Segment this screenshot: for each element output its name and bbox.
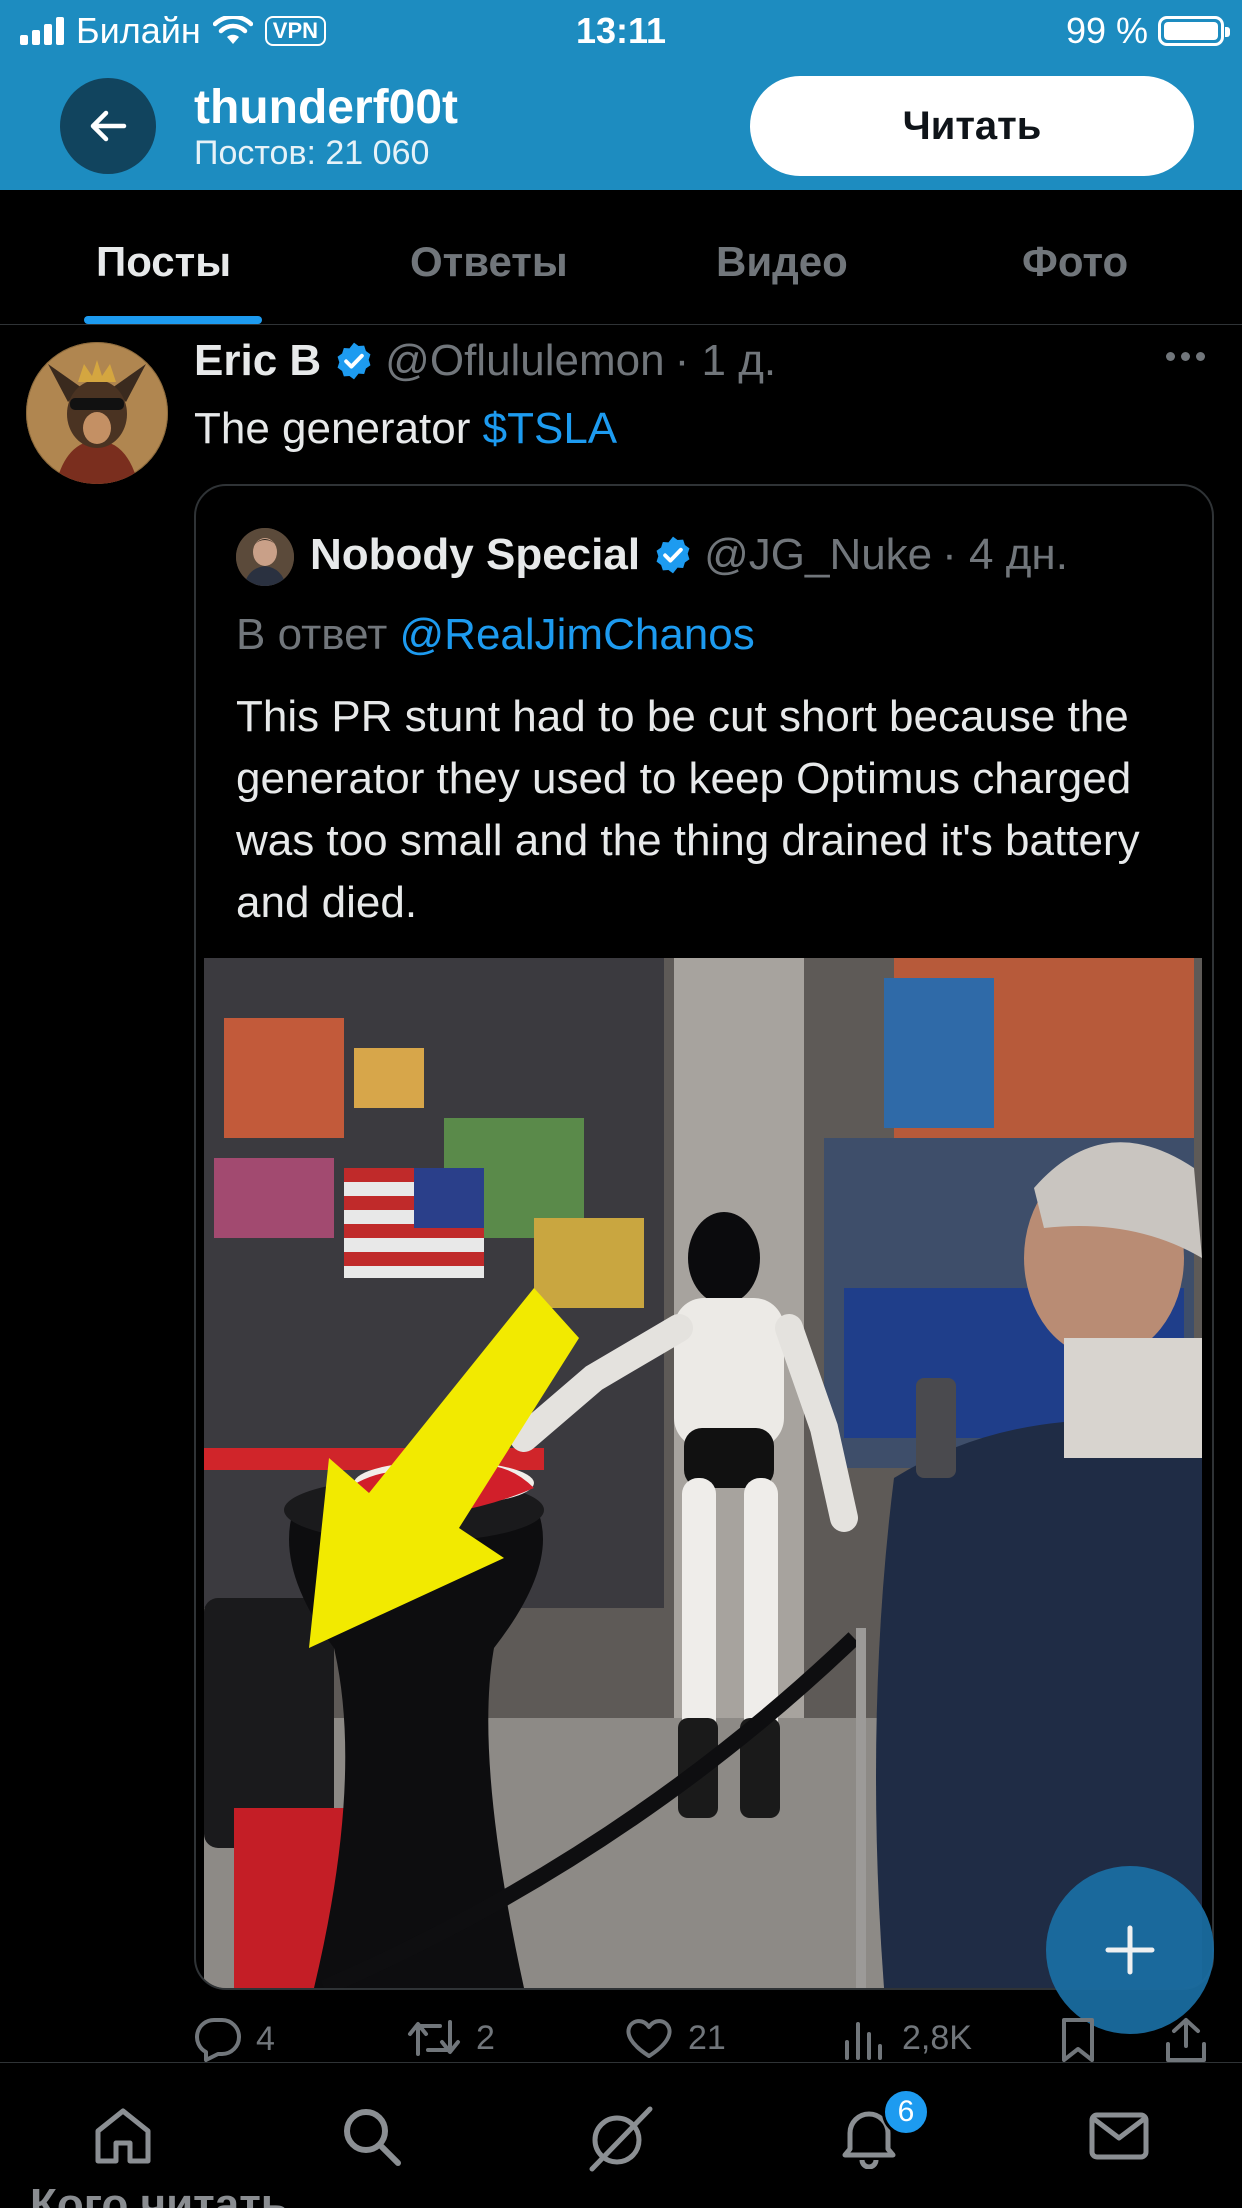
back-button[interactable] [60,78,156,174]
retweet-action[interactable]: 2 [406,2016,495,2060]
retweet-count: 2 [476,2018,495,2057]
notification-badge: 6 [882,2088,930,2136]
quoted-tweet-time: · 4 дн. [942,530,1068,579]
status-time: 13:11 [575,10,667,51]
tweet-text: The generator $TSLA [194,404,617,454]
tweet-text-prefix: The generator [194,404,483,453]
bookmark-action[interactable] [1058,2016,1098,2064]
tweet-time: · 1 д. [674,336,777,385]
nav-search[interactable] [338,2103,404,2174]
author-name[interactable]: Eric B [194,336,321,386]
bookmark-icon [1062,2018,1094,2062]
reply-icon [195,2018,241,2062]
nav-grok[interactable] [584,2103,654,2178]
mail-icon [1089,2112,1149,2160]
views-action[interactable]: 2,8K [842,2016,972,2060]
tweet-actions: 4 2 21 2,8K [0,2010,1242,2070]
quoted-author-handle: @JG_Nuke [704,530,933,579]
quoted-author-name: Nobody Special [310,530,641,579]
verified-badge-icon [333,340,375,382]
more-options-icon[interactable] [1166,352,1205,361]
follow-button[interactable]: Читать [750,76,1194,176]
grok-icon [589,2106,653,2172]
quoted-author-row: Nobody Special @JG_Nuke · 4 дн. [310,530,1068,580]
profile-tabs: Посты Ответы Видео Фото [0,190,1242,325]
who-to-follow-peek: Кого читать [30,2180,288,2208]
author-handle[interactable]: @Oflululemon [385,336,664,386]
heart-icon [626,2019,672,2058]
nav-messages[interactable] [1086,2103,1152,2174]
quoted-author-avatar [236,528,294,586]
battery-group: 99 % [1065,10,1230,52]
tab-replies[interactable]: Ответы [410,238,568,286]
post-count: Постов: 21 060 [194,134,430,172]
arrow-left-icon [90,110,127,142]
share-action[interactable] [1164,2016,1208,2064]
tab-photo[interactable]: Фото [1022,238,1128,286]
views-count: 2,8K [902,2018,972,2057]
like-action[interactable]: 21 [624,2016,726,2060]
retweet-icon [408,2020,460,2056]
quoted-tweet-image[interactable] [204,958,1202,1988]
share-icon [1166,2018,1206,2062]
battery-percent: 99 % [1065,10,1148,51]
plus-icon [1105,1925,1155,1975]
status-bar: Билайн VPN 13:11 99 % [0,0,1242,62]
reply-action[interactable]: 4 [194,2016,275,2062]
tab-video[interactable]: Видео [716,238,848,286]
reply-prefix: В ответ [236,610,400,659]
quoted-tweet-text: This PR stunt had to be cut short becaus… [236,692,1140,927]
compose-button[interactable] [1046,1866,1214,2034]
profile-title: thunderf00t [194,81,458,134]
cashtag-link[interactable]: $TSLA [483,404,618,453]
search-icon [344,2109,401,2166]
tweet-author-row: Eric B @Oflululemon · 1 д. [194,336,776,386]
top-bar: Билайн VPN 13:11 99 % thunderf00t Постов… [0,0,1242,190]
tab-posts[interactable]: Посты [96,238,231,286]
reply-mention-link[interactable]: @RealJimChanos [400,610,755,659]
quoted-tweet[interactable]: Nobody Special @JG_Nuke · 4 дн. В ответ … [194,484,1214,1990]
active-tab-indicator [84,316,262,324]
quoted-verified-badge-icon [652,534,694,576]
reply-count: 4 [256,2019,275,2058]
views-chart-icon [845,2022,882,2060]
nav-home[interactable] [90,2103,156,2174]
reply-context: В ответ @RealJimChanos [236,610,755,660]
author-avatar[interactable] [26,342,168,484]
like-count: 21 [688,2018,726,2057]
battery-icon [1158,16,1230,46]
home-icon [95,2108,151,2164]
